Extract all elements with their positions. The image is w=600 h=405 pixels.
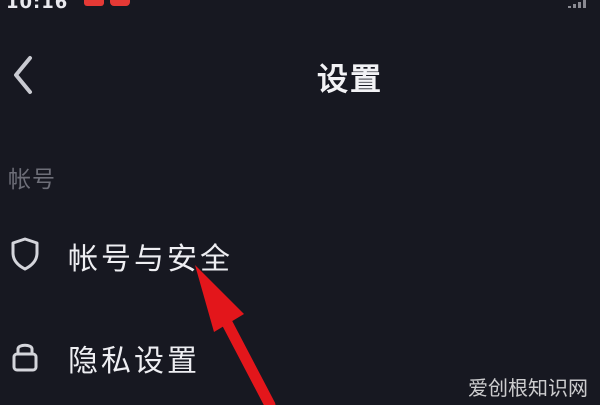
watermark: 爱创根知识网	[468, 376, 588, 400]
menu-item-label: 隐私设置	[68, 344, 200, 379]
section-header: 帐号	[8, 167, 56, 193]
notification-icon	[84, 0, 104, 6]
shield-icon	[8, 236, 42, 272]
status-bar: 10:16	[0, 0, 600, 14]
page-title: 设置	[317, 62, 383, 98]
status-time: 10:16	[6, 0, 69, 13]
signal-icon	[568, 0, 592, 8]
menu-item-label: 帐号与安全	[68, 242, 233, 277]
nav-bar: 设置	[0, 40, 600, 110]
menu-item-account-security[interactable]: 帐号与安全	[0, 224, 600, 284]
settings-screen: 10:16 设置 帐号 帐号与安全 隐私设置 爱创根知识网	[0, 0, 600, 405]
lock-icon	[8, 338, 42, 374]
app-notification-icon	[110, 0, 130, 6]
